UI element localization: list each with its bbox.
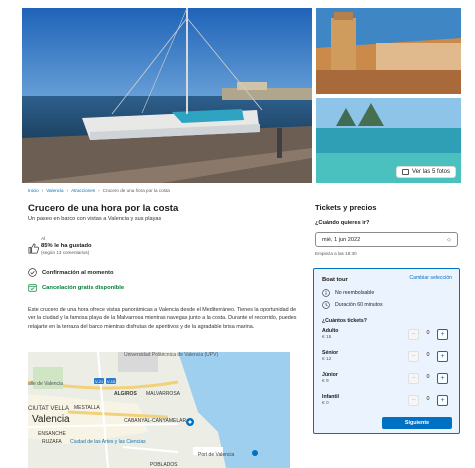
breadcrumb-city[interactable]: Valencia (46, 188, 63, 193)
ticket-card: Boat tour Cambiar selección No reembolsa… (313, 268, 460, 434)
info-label: Duración 60 minutos (335, 302, 383, 308)
location-map[interactable]: Universidad Politécnica de Valencia (UPV… (28, 352, 290, 468)
map-label-ruzafa: RUZAFA (42, 439, 62, 445)
see-all-photos-label: Ver las 5 fotos (411, 169, 450, 175)
date-select[interactable]: mié, 1 jun 2022 ◇ (315, 232, 458, 247)
map-label-port: Port de Valencia (198, 452, 235, 458)
map-label-algiros: ALGIROS (114, 391, 137, 397)
decrease-button[interactable]: − (408, 395, 419, 406)
ticket-name: Sénior (322, 350, 339, 356)
ticket-quantity: 0 (426, 330, 430, 336)
check-circle-icon (28, 268, 37, 277)
next-button[interactable]: Siguiente (382, 417, 452, 429)
photo-icon (401, 169, 409, 175)
product-description: Este crucero de una hora ofrece vistas p… (28, 307, 297, 330)
breadcrumb-home[interactable]: Inicio (28, 188, 39, 193)
page-subtitle: Un paseo en barco con vistas a Valencia … (28, 216, 162, 222)
ticket-price: € 12 (322, 357, 332, 362)
feature-free-cancellation: Cancelación gratis disponible (28, 283, 124, 292)
feature-label: Confirmación al momento (42, 269, 114, 276)
info-label: No reembolsable (335, 290, 375, 296)
page-title: Crucero de una hora por la costa (28, 203, 179, 214)
ticket-row-child: Infantil € 0 − 0 + (322, 393, 453, 411)
ticket-name: Júnior (322, 372, 338, 378)
breadcrumb-separator: › (98, 188, 100, 193)
increase-button[interactable]: + (437, 329, 448, 340)
map-road-number: V-15 (107, 379, 116, 384)
map-label-mestalla: MESTALLA (74, 405, 100, 411)
rating-prefix: Al (41, 237, 46, 242)
ticket-count-label: ¿Cuántos tickets? (322, 318, 367, 324)
ticket-row-adult: Adulto € 15 − 0 + (322, 327, 453, 345)
breadcrumb-current: Crucero de una hora por la costa (102, 188, 170, 193)
info-non-refundable: No reembolsable (322, 289, 374, 297)
ticket-quantity: 0 (426, 374, 430, 380)
when-label: ¿Cuándo quieres ir? (315, 220, 370, 226)
clock-icon (322, 301, 330, 309)
ticket-price: € 9 (322, 379, 329, 384)
breadcrumb-attractions[interactable]: Atracciones (71, 188, 95, 193)
map-pin-icon[interactable] (252, 450, 258, 456)
rating-count: (según 13 comentarios) (41, 250, 90, 255)
increase-button[interactable]: + (437, 373, 448, 384)
ticket-price: € 15 (322, 335, 332, 340)
rating-score: 85% le ha gustado (41, 243, 92, 249)
ticket-quantity: 0 (426, 352, 430, 358)
decrease-button[interactable]: − (408, 329, 419, 340)
ticket-price: € 0 (322, 401, 329, 406)
calendar-check-icon (28, 284, 37, 292)
breadcrumb-separator: › (66, 188, 69, 193)
map-label-valencia: Valencia (32, 414, 70, 425)
photo-gallery[interactable]: Ver las 5 fotos (22, 8, 461, 183)
feature-instant-confirmation: Confirmación al momento (28, 268, 114, 277)
main-photo[interactable] (22, 8, 312, 183)
breadcrumb-separator: › (41, 188, 44, 193)
increase-button[interactable]: + (437, 395, 448, 406)
map-label-valencia-left: alle de Valencia (28, 381, 63, 387)
thumbs-up-icon (28, 243, 39, 254)
photo-thumb-1[interactable] (316, 8, 461, 94)
info-duration: Duración 60 minutos (322, 301, 383, 309)
ticket-name: Infantil (322, 394, 340, 400)
photo-thumb-2[interactable]: Ver las 5 fotos (316, 98, 461, 183)
map-label-malvarrosa: MALVARROSA (146, 391, 181, 397)
map-label-ciutat-vella: CIUTAT VELLA (28, 406, 69, 412)
map-road-number: V-21 (95, 379, 104, 384)
feature-label: Cancelación gratis disponible (42, 284, 125, 291)
ticket-name: Adulto (322, 328, 339, 334)
see-all-photos-button[interactable]: Ver las 5 fotos (395, 166, 456, 178)
map-label-cabanyal: CABANYAL-CANYAMELAR (124, 418, 186, 424)
ticket-card-title: Boat tour (322, 277, 348, 283)
increase-button[interactable]: + (437, 351, 448, 362)
map-label-ensanche: ENSANCHE (38, 431, 66, 437)
ticket-row-junior: Júnior € 9 − 0 + (322, 371, 453, 389)
chevron-up-down-icon: ◇ (447, 236, 451, 243)
date-value: mié, 1 jun 2022 (322, 236, 361, 243)
breadcrumb: Inicio › Valencia › Atracciones › Crucer… (28, 188, 170, 193)
map-pin-icon[interactable] (186, 418, 194, 426)
map-label-arts: Ciudad de las Artes y las Ciencias (70, 439, 146, 445)
tickets-title: Tickets y precios (315, 203, 377, 212)
ticket-row-senior: Sénior € 12 − 0 + (322, 349, 453, 367)
decrease-button[interactable]: − (408, 373, 419, 384)
map-label-poblados: POBLADOS (150, 462, 178, 468)
decrease-button[interactable]: − (408, 351, 419, 362)
ticket-quantity: 0 (426, 396, 430, 402)
info-circle-icon (322, 289, 330, 297)
map-label-university: Universidad Politécnica de Valencia (UPV… (124, 352, 218, 358)
start-time: Empieza a las 18:30 (315, 251, 357, 256)
change-selection-link[interactable]: Cambiar selección (409, 275, 452, 281)
